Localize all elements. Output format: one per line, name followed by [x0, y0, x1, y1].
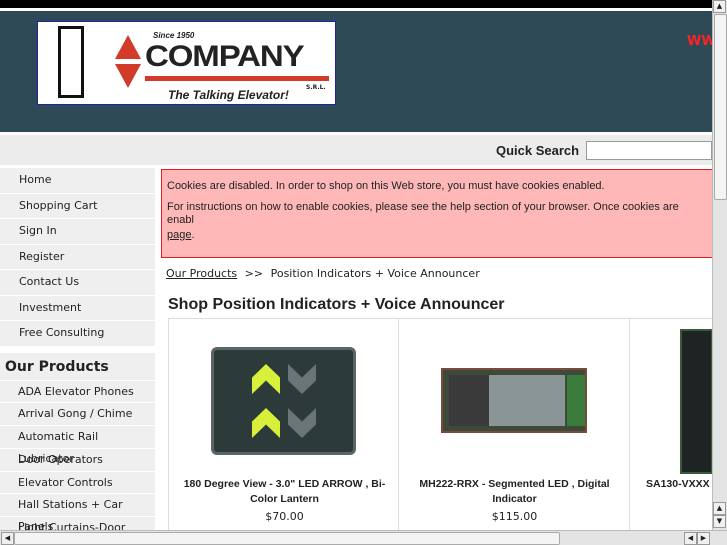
sidebar-item-free-consulting[interactable]: Free Consulting	[0, 321, 155, 347]
help-page-link[interactable]: page	[167, 229, 191, 241]
product-image[interactable]	[441, 368, 587, 433]
logo-since: Since 1950	[153, 31, 195, 40]
product-card[interactable]: 180 Degree View - 3.0" LED ARROW , Bi-Co…	[168, 319, 399, 530]
sidebar-item-investment[interactable]: Investment	[0, 295, 155, 321]
horizontal-scrollbar[interactable]: ◀ ◀ ▶	[0, 530, 727, 545]
product-name[interactable]: MH222-RRX - Segmented LED , Digital Indi…	[399, 477, 630, 507]
scroll-left-button-right[interactable]: ◀	[684, 532, 697, 545]
product-grid: 180 Degree View - 3.0" LED ARROW , Bi-Co…	[168, 318, 712, 530]
scroll-right-button[interactable]: ▶	[697, 532, 710, 545]
logo-underline	[145, 76, 329, 81]
breadcrumb-current: Position Indicators + Voice Announcer	[270, 267, 480, 280]
category-arrival-gong[interactable]: Arrival Gong / Chime	[0, 403, 155, 427]
product-card[interactable]: MH222-RRX - Segmented LED , Digital Indi…	[398, 319, 629, 530]
elevator-door-graphic	[58, 26, 84, 98]
category-elevator-controls[interactable]: Elevator Controls	[0, 471, 155, 495]
vertical-scrollbar[interactable]: ▲ ▲ ▼	[712, 0, 727, 530]
scroll-left-button[interactable]: ◀	[1, 532, 14, 545]
company-logo[interactable]: Since 1950 COMPANY The Talking Elevator!…	[37, 21, 336, 105]
alert-line-2: For instructions on how to enable cookie…	[167, 201, 679, 226]
product-name[interactable]: SA130-VXXX -	[630, 477, 712, 492]
sidebar-item-sign-in[interactable]: Sign In	[0, 219, 155, 245]
quick-search-input[interactable]	[586, 141, 712, 160]
sidebar-item-home[interactable]: Home	[0, 168, 155, 194]
product-price: $70.00	[265, 510, 304, 523]
product-image[interactable]	[211, 347, 356, 455]
scroll-down-button[interactable]: ▼	[713, 515, 726, 528]
product-card[interactable]: SA130-VXXX -	[629, 319, 712, 530]
product-image[interactable]	[680, 329, 712, 474]
sidebar-item-register[interactable]: Register	[0, 244, 155, 270]
down-arrow-icon	[115, 64, 141, 88]
vertical-scroll-thumb[interactable]	[714, 14, 727, 200]
sidebar-item-shopping-cart[interactable]: Shopping Cart	[0, 193, 155, 219]
category-hall-stations[interactable]: Hall Stations + Car Panels	[0, 494, 155, 533]
scroll-up-button[interactable]: ▲	[713, 0, 726, 13]
horizontal-scroll-thumb[interactable]	[14, 532, 560, 545]
search-bar: Quick Search	[0, 135, 712, 165]
category-ada-phones[interactable]: ADA Elevator Phones	[0, 380, 155, 404]
breadcrumb: Our Products >> Position Indicators + Vo…	[166, 267, 480, 280]
product-price: $115.00	[491, 510, 538, 523]
alert-line-1: Cookies are disabled. In order to shop o…	[167, 180, 605, 192]
logo-suffix: S.R.L.	[306, 84, 326, 91]
product-name[interactable]: 180 Degree View - 3.0" LED ARROW , Bi-Co…	[169, 477, 400, 507]
category-rail-lubricator[interactable]: Automatic Rail Lubricator	[0, 426, 155, 465]
sidebar-item-contact-us[interactable]: Contact Us	[0, 270, 155, 296]
cookie-alert: Cookies are disabled. In order to shop o…	[161, 169, 712, 258]
our-products-heading: Our Products	[0, 352, 155, 381]
header: Since 1950 COMPANY The Talking Elevator!…	[0, 11, 716, 132]
quick-search-label: Quick Search	[496, 143, 580, 158]
top-bar	[0, 0, 712, 8]
page-title: Shop Position Indicators + Voice Announc…	[168, 296, 505, 313]
logo-name: COMPANY	[145, 40, 305, 73]
up-arrow-icon	[115, 35, 141, 59]
alert-period: .	[191, 229, 195, 241]
logo-tagline: The Talking Elevator!	[168, 88, 289, 102]
sidebar: Home Shopping Cart Sign In Register Cont…	[0, 168, 155, 541]
breadcrumb-separator: >>	[244, 267, 264, 280]
scroll-up-button-lower[interactable]: ▲	[713, 502, 726, 515]
breadcrumb-our-products[interactable]: Our Products	[166, 267, 237, 280]
category-door-operators[interactable]: Door Operators	[0, 448, 155, 472]
